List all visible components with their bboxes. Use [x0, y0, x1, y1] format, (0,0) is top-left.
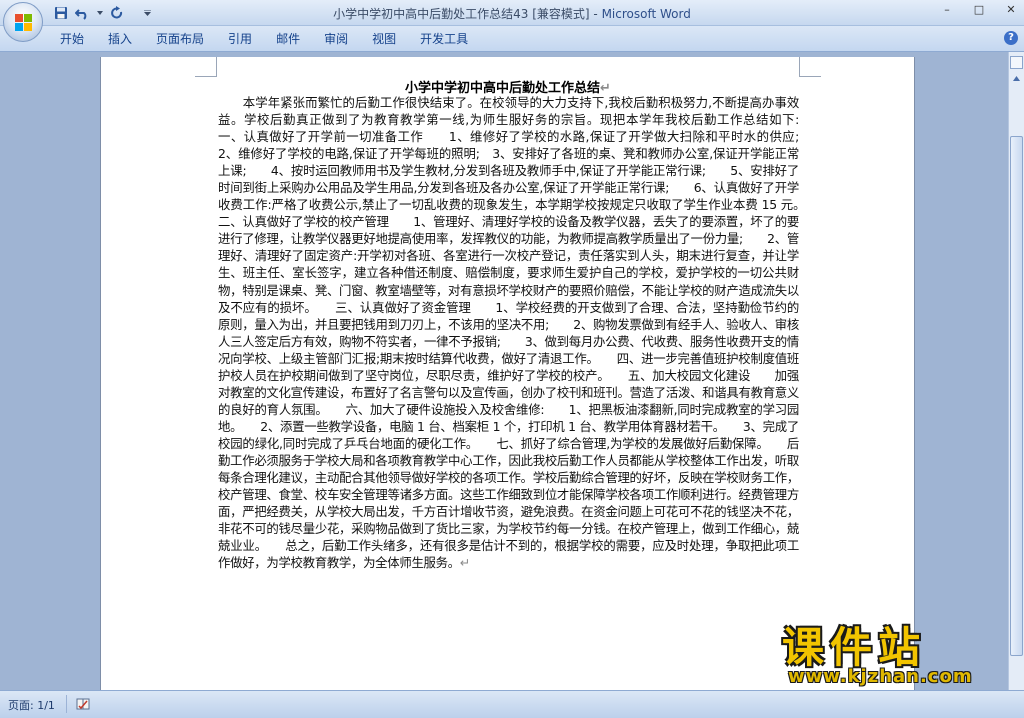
chevron-up-icon: [1013, 76, 1020, 81]
tab-mailings[interactable]: 邮件: [264, 31, 312, 47]
document-area: 小学中学初中高中后勤处工作总结↵ 本学年紧张而繁忙的后勤工作很快结束了。在校领导…: [0, 52, 1008, 690]
document-page[interactable]: 小学中学初中高中后勤处工作总结↵ 本学年紧张而繁忙的后勤工作很快结束了。在校领导…: [100, 57, 915, 690]
crop-mark-top-right: [799, 57, 821, 77]
ruler-toggle-button[interactable]: [1010, 56, 1023, 69]
office-button[interactable]: [3, 2, 43, 42]
book-check-icon: [76, 698, 90, 710]
tab-developer[interactable]: 开发工具: [408, 31, 480, 47]
title-bar: 小学中学初中高中后勤处工作总结43 [兼容模式] - Microsoft Wor…: [0, 0, 1024, 26]
vertical-scrollbar[interactable]: [1008, 52, 1024, 690]
status-divider: [66, 695, 67, 713]
window-title: 小学中学初中高中后勤处工作总结43 [兼容模式] - Microsoft Wor…: [0, 5, 1024, 22]
help-icon[interactable]: ?: [1004, 31, 1018, 45]
document-body[interactable]: 本学年紧张而繁忙的后勤工作很快结束了。在校领导的大力支持下,我校后勤积极努力,不…: [218, 94, 823, 571]
ribbon-tabs: 开始 插入 页面布局 引用 邮件 审阅 视图 开发工具: [48, 31, 480, 47]
window-controls: – □ ✕: [940, 3, 1018, 16]
ribbon-tab-bar: 开始 插入 页面布局 引用 邮件 审阅 视图 开发工具 ?: [0, 26, 1024, 52]
page-count-status[interactable]: 页面: 1/1: [8, 697, 55, 713]
crop-mark-top-left: [195, 57, 217, 77]
scrollbar-thumb[interactable]: [1010, 136, 1023, 656]
minimize-button[interactable]: –: [940, 3, 954, 16]
tab-page-layout[interactable]: 页面布局: [144, 31, 216, 47]
office-logo-icon: [15, 14, 33, 32]
tab-references[interactable]: 引用: [216, 31, 264, 47]
title-separator: -: [589, 7, 602, 21]
close-button[interactable]: ✕: [1004, 3, 1018, 16]
tab-review[interactable]: 审阅: [312, 31, 360, 47]
proofing-icon[interactable]: [76, 696, 90, 710]
tab-insert[interactable]: 插入: [96, 31, 144, 47]
status-bar: 页面: 1/1: [0, 690, 1024, 718]
document-name: 小学中学初中高中后勤处工作总结43 [兼容模式]: [333, 7, 590, 21]
tab-view[interactable]: 视图: [360, 31, 408, 47]
document-body-text: 本学年紧张而繁忙的后勤工作很快结束了。在校领导的大力支持下,我校后勤积极努力,不…: [218, 95, 824, 571]
watermark-url: www.kjzhan.com: [788, 666, 973, 687]
watermark-logo: 课件站 www.kjzhan.com: [776, 614, 1016, 694]
tab-home[interactable]: 开始: [48, 31, 96, 47]
app-name: Microsoft Word: [601, 7, 691, 21]
paragraph-mark: ↵: [459, 555, 470, 571]
maximize-button[interactable]: □: [972, 3, 986, 16]
scroll-up-button[interactable]: [1010, 72, 1023, 85]
